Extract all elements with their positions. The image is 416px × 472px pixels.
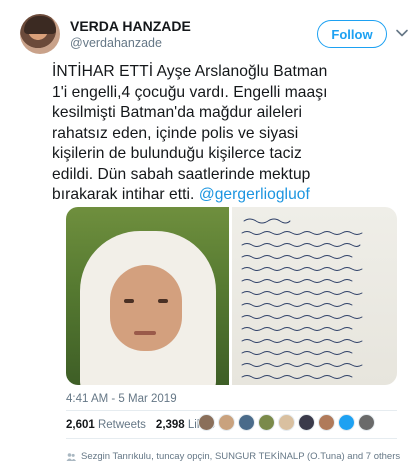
mouth-shape bbox=[134, 331, 156, 335]
tweet-media[interactable] bbox=[66, 207, 397, 385]
mention-link[interactable]: @gergerliogluof bbox=[199, 186, 310, 203]
tweet-line: rahatsız eden, içinde polis ve siyasi bbox=[52, 124, 299, 142]
eye-shape bbox=[158, 299, 168, 303]
tweet-line: edildi. Dün sabah saatlerinde mektup bbox=[52, 165, 311, 183]
people-icon bbox=[66, 452, 76, 461]
divider bbox=[66, 438, 397, 439]
liker-avatar[interactable] bbox=[198, 414, 215, 431]
avatar-hair-shape bbox=[24, 16, 56, 34]
author-avatar[interactable] bbox=[20, 14, 60, 54]
tweet-header: VERDA HANZADE @verdahanzade Follow bbox=[20, 14, 408, 58]
handwritten-letter-photo[interactable] bbox=[232, 207, 397, 385]
liker-avatar[interactable] bbox=[298, 414, 315, 431]
tweet-line: bırakarak intihar etti. bbox=[52, 186, 195, 203]
tweet-line-last: bırakarak intihar etti. @gergerliogluof bbox=[52, 185, 402, 206]
liker-avatars[interactable] bbox=[198, 414, 378, 431]
tweet-line: kişilerin de bulunduğu kişilerce taciz bbox=[52, 145, 302, 162]
liker-avatar[interactable] bbox=[218, 414, 235, 431]
social-context-text: Sezgin Tanrıkulu, tuncay opçin, SUNGUR T… bbox=[81, 451, 401, 462]
tweet-line: 1'i engelli,4 çocuğu vardı. Engelli maaş… bbox=[52, 83, 328, 101]
liker-avatar[interactable] bbox=[238, 414, 255, 431]
liker-avatar[interactable] bbox=[318, 414, 335, 431]
tweet-timestamp[interactable]: 4:41 AM - 5 Mar 2019 bbox=[66, 393, 177, 405]
follow-button[interactable]: Follow bbox=[317, 20, 387, 48]
eye-shape bbox=[124, 299, 134, 303]
retweets-count: 2,601 bbox=[66, 419, 95, 431]
liker-avatar[interactable] bbox=[258, 414, 275, 431]
tweet-text: İNTİHAR ETTİ Ayşe Arslanoğlu Batman 1'i … bbox=[52, 62, 402, 206]
chevron-down-icon[interactable] bbox=[395, 26, 409, 40]
author-handle[interactable]: @verdahanzade bbox=[70, 36, 162, 50]
likes-count: 2,398 bbox=[155, 419, 185, 431]
liker-avatar[interactable] bbox=[338, 414, 355, 431]
tweet-line: kesilmişti Batman'da mağdur aileleri bbox=[52, 104, 303, 121]
divider bbox=[66, 410, 397, 411]
retweets-stat[interactable]: 2,601 Retweets bbox=[66, 419, 146, 431]
woman-in-headscarf-photo[interactable] bbox=[66, 207, 229, 385]
social-context[interactable]: Sezgin Tanrıkulu, tuncay opçin, SUNGUR T… bbox=[66, 451, 400, 462]
liker-avatar[interactable] bbox=[278, 414, 295, 431]
handwriting-scribbles bbox=[241, 218, 363, 379]
face-shape bbox=[110, 265, 182, 351]
tweet-line: İNTİHAR ETTİ Ayşe Arslanoğlu Batman bbox=[52, 63, 328, 80]
retweets-label: Retweets bbox=[97, 419, 146, 431]
liker-avatar[interactable] bbox=[358, 414, 375, 431]
author-display-name[interactable]: VERDA HANZADE bbox=[70, 18, 191, 34]
